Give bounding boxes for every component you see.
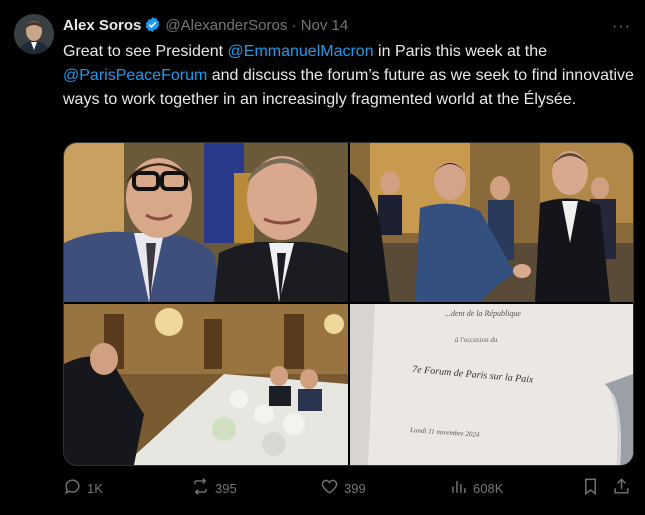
heart-icon: [320, 477, 339, 499]
photo-handshake[interactable]: [350, 143, 633, 302]
tweet-text-part: in Paris this week at the: [373, 43, 548, 60]
menu-card-line-1: ...dent de la République: [445, 309, 521, 318]
mention-link-macron[interactable]: @EmmanuelMacron: [228, 43, 374, 60]
mention-link-peace-forum[interactable]: @ParisPeaceForum: [63, 67, 207, 84]
views-count: 608K: [473, 480, 504, 496]
bookmark-icon: [581, 477, 600, 499]
photo-menu-card[interactable]: ...dent de la République à l'occasion du…: [350, 304, 633, 465]
share-icon: [612, 477, 631, 499]
reply-button[interactable]: 1K: [63, 476, 103, 500]
author-name[interactable]: Alex Soros: [63, 17, 141, 34]
reply-icon: [63, 477, 82, 499]
repost-count: 395: [215, 480, 237, 496]
bookmark-button[interactable]: [581, 476, 600, 500]
repost-icon: [191, 477, 210, 499]
separator-dot: ·: [291, 17, 297, 34]
action-bar: 1K 395 399 608K: [63, 476, 633, 500]
tweet[interactable]: Alex Soros @AlexanderSoros · Nov 14 ··· G…: [0, 0, 645, 515]
share-button[interactable]: [612, 476, 631, 500]
tweet-date[interactable]: Nov 14: [301, 17, 349, 34]
author-handle[interactable]: @AlexanderSoros: [165, 17, 287, 34]
tweet-text-part: Great to see President: [63, 43, 228, 60]
repost-button[interactable]: 395: [191, 476, 237, 500]
reply-count: 1K: [87, 480, 103, 496]
views-button[interactable]: 608K: [449, 476, 503, 500]
tweet-header: Alex Soros @AlexanderSoros · Nov 14: [63, 16, 348, 39]
media-grid: ...dent de la République à l'occasion du…: [63, 142, 634, 466]
views-icon: [449, 477, 468, 499]
avatar[interactable]: [14, 14, 54, 54]
like-button[interactable]: 399: [320, 476, 366, 500]
photo-selfie[interactable]: [64, 143, 348, 302]
like-count: 399: [344, 480, 366, 496]
menu-card-line-2: à l'occasion du: [455, 336, 498, 344]
more-icon[interactable]: ···: [612, 18, 631, 36]
tweet-text: Great to see President @EmmanuelMacron i…: [63, 40, 635, 112]
verified-badge-icon: [144, 16, 161, 39]
photo-dinner[interactable]: [64, 304, 348, 465]
